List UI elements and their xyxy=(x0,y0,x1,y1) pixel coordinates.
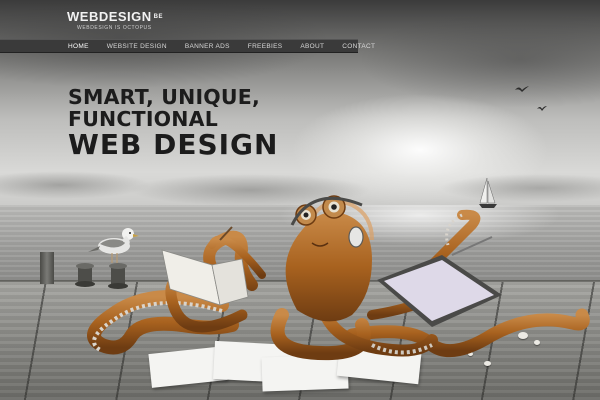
logo-tagline: WEBDESIGN IS OCTOPUS xyxy=(77,25,152,31)
pier-post xyxy=(40,252,54,284)
flying-seagull-icon xyxy=(537,106,547,111)
logo-suffix: BE xyxy=(153,14,164,20)
logo-name: WEBDESIGN xyxy=(67,9,152,24)
site-logo[interactable]: WEBDESIGN BE WEBDESIGN IS OCTOPUS xyxy=(67,10,163,32)
nav-item-website-design[interactable]: WEBSITE DESIGN xyxy=(107,43,167,50)
logo-text: WEBDESIGN BE xyxy=(67,10,163,24)
hero-headline: SMART, UNIQUE, FUNCTIONAL WEB DESIGN xyxy=(68,86,278,160)
nav-item-about[interactable]: ABOUT xyxy=(300,43,324,50)
hero-scene xyxy=(0,0,600,400)
headline-line-1: SMART, UNIQUE, xyxy=(68,85,260,109)
nav-item-home[interactable]: HOME xyxy=(68,43,89,50)
flying-seagull-icon xyxy=(515,86,529,92)
nav-item-banner-ads[interactable]: BANNER ADS xyxy=(185,43,230,50)
main-navigation: HOME WEBSITE DESIGN BANNER ADS FREEBIES … xyxy=(0,39,375,53)
octopus-illustration xyxy=(87,195,590,361)
nav-item-freebies[interactable]: FREEBIES xyxy=(248,43,283,50)
headline-line-3: WEB DESIGN xyxy=(68,128,279,161)
headline-line-2: FUNCTIONAL xyxy=(68,107,218,131)
nav-item-contact[interactable]: CONTACT xyxy=(342,43,375,50)
